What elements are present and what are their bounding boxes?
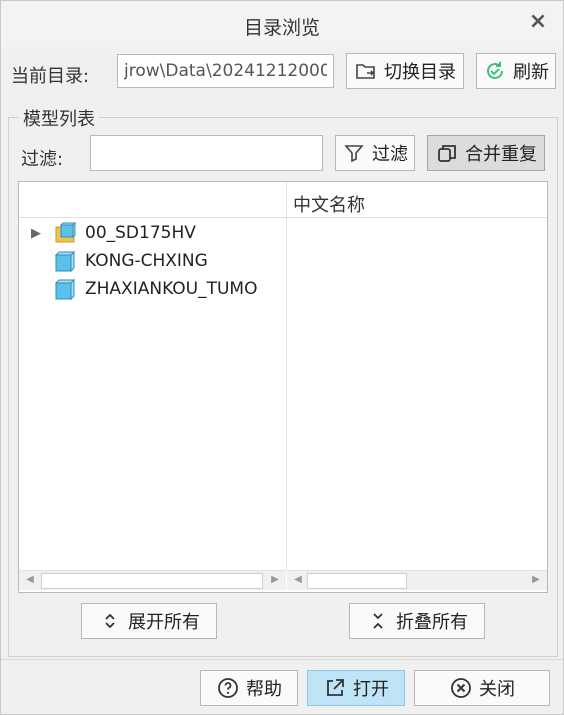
current-directory-input[interactable]	[118, 55, 333, 87]
tree-item-label: KONG-CHXING	[85, 251, 208, 271]
filter-input[interactable]	[91, 136, 322, 170]
open-external-icon	[323, 676, 347, 700]
title-bar: 目录浏览 ×	[1, 1, 563, 47]
scroll-right-arrow-icon[interactable]: ▶	[269, 574, 281, 586]
question-circle-icon	[216, 676, 240, 700]
filter-field[interactable]	[90, 135, 323, 171]
help-button[interactable]: 帮助	[200, 670, 298, 706]
close-circle-icon	[449, 676, 473, 700]
filter-label: 过滤:	[21, 149, 64, 170]
open-label: 打开	[353, 679, 389, 700]
folder-switch-icon	[354, 59, 378, 83]
right-horizontal-scrollbar[interactable]: ◀ ▶	[287, 570, 547, 590]
current-directory-field[interactable]	[117, 54, 334, 88]
footer-divider	[1, 659, 563, 660]
switch-directory-label: 切换目录	[384, 62, 456, 83]
refresh-icon	[483, 59, 507, 83]
expand-chevrons-icon	[98, 609, 122, 633]
switch-directory-button[interactable]: 切换目录	[346, 53, 464, 89]
current-directory-label: 当前目录:	[11, 66, 90, 87]
open-button[interactable]: 打开	[307, 670, 405, 706]
model-list-legend: 模型列表	[19, 105, 99, 131]
scroll-left-arrow-icon[interactable]: ◀	[292, 574, 304, 586]
merge-duplicates-toggle[interactable]: 合并重复	[427, 135, 545, 171]
collapse-chevrons-icon	[366, 609, 390, 633]
scroll-left-arrow-icon[interactable]: ◀	[24, 574, 36, 586]
expand-arrow-icon[interactable]: ▶	[31, 226, 53, 241]
collapse-all-button[interactable]: 折叠所有	[349, 603, 485, 639]
refresh-button[interactable]: 刷新	[476, 53, 556, 89]
copy-layers-icon	[435, 141, 459, 165]
dialog-title: 目录浏览	[243, 17, 320, 39]
merge-duplicates-label: 合并重复	[465, 144, 537, 165]
tree-item-00-sd175hv[interactable]: ▶ 00_SD175HV	[19, 219, 286, 247]
expand-all-button[interactable]: 展开所有	[81, 603, 217, 639]
tree-item-label: 00_SD175HV	[85, 223, 196, 243]
scroll-right-arrow-icon[interactable]: ▶	[530, 574, 542, 586]
expand-all-label: 展开所有	[128, 612, 200, 633]
collapse-all-label: 折叠所有	[396, 612, 468, 633]
directory-browse-dialog: 目录浏览 × 当前目录: 切换目录 刷新 模型列表 过滤: 过滤 合并重复	[0, 0, 564, 715]
tree-item-zhaxiankou-tumo[interactable]: ZHAXIANKOU_TUMO	[19, 275, 286, 303]
column-divider	[286, 182, 287, 570]
refresh-label: 刷新	[513, 62, 549, 83]
model-tree[interactable]: 中文名称 ▶ 00_SD175HV KONG-CHXING ZHAXIANKOU…	[18, 181, 548, 593]
filter-button-label: 过滤	[372, 144, 408, 165]
left-horizontal-scrollbar[interactable]: ◀ ▶	[19, 570, 286, 590]
column-header-name[interactable]	[19, 182, 286, 218]
assembly-cube-icon	[53, 221, 77, 245]
left-scroll-thumb[interactable]	[41, 573, 263, 589]
right-scroll-thumb[interactable]	[307, 573, 407, 589]
part-cube-icon	[53, 249, 77, 273]
close-icon[interactable]: ×	[527, 11, 549, 33]
part-cube-icon	[53, 277, 77, 301]
column-header-chinese-name[interactable]: 中文名称	[286, 182, 547, 218]
tree-item-kong-chxing[interactable]: KONG-CHXING	[19, 247, 286, 275]
close-label: 关闭	[479, 679, 515, 700]
tree-item-label: ZHAXIANKOU_TUMO	[85, 279, 258, 299]
help-label: 帮助	[246, 679, 282, 700]
close-button[interactable]: 关闭	[414, 670, 550, 706]
filter-funnel-icon	[342, 141, 366, 165]
filter-button[interactable]: 过滤	[335, 135, 415, 171]
